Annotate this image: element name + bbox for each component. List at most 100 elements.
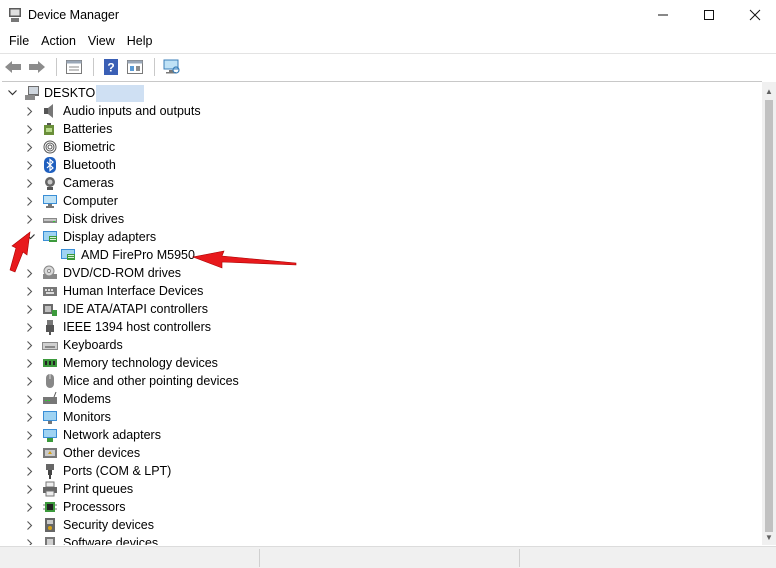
battery-icon xyxy=(44,123,54,135)
tree-item-label: Mice and other pointing devices xyxy=(63,374,239,388)
computer-icon xyxy=(43,195,57,208)
tree-category[interactable]: Batteries xyxy=(2,120,762,138)
chevron-right-icon[interactable] xyxy=(24,462,36,480)
memory-icon xyxy=(43,359,57,367)
chevron-right-icon[interactable] xyxy=(24,444,36,462)
maximize-button[interactable] xyxy=(686,0,732,30)
chevron-down-icon[interactable] xyxy=(24,228,36,246)
chevron-right-icon[interactable] xyxy=(24,156,36,174)
chevron-right-icon[interactable] xyxy=(24,408,36,426)
tree-item-label: Display adapters xyxy=(63,230,157,244)
menu-view[interactable]: View xyxy=(82,30,121,52)
tree-category[interactable]: Software devices xyxy=(2,534,762,545)
tree-category[interactable]: Print queues xyxy=(2,480,762,498)
chevron-right-icon[interactable] xyxy=(24,336,36,354)
modem-icon xyxy=(43,391,57,404)
tree-category[interactable]: Cameras xyxy=(2,174,762,192)
close-button[interactable] xyxy=(732,0,776,30)
chevron-right-icon[interactable] xyxy=(24,210,36,228)
tree-category[interactable]: Security devices xyxy=(2,516,762,534)
other-devices-icon xyxy=(43,448,57,458)
software-device-icon xyxy=(45,537,55,545)
chevron-right-icon[interactable] xyxy=(24,174,36,192)
menu-file[interactable]: File xyxy=(3,30,35,52)
help-button[interactable]: ? xyxy=(100,56,122,78)
tree-category[interactable]: Audio inputs and outputs xyxy=(2,102,762,120)
tree-category[interactable]: DVD/CD-ROM drives xyxy=(2,264,762,282)
chevron-right-icon[interactable] xyxy=(24,138,36,156)
chevron-right-icon[interactable] xyxy=(24,282,36,300)
properties-button[interactable] xyxy=(63,56,85,78)
tree-category[interactable]: Modems xyxy=(2,390,762,408)
chevron-right-icon[interactable] xyxy=(24,264,36,282)
printer-icon xyxy=(43,481,57,497)
device-tree[interactable]: DESKTOP- Audio inputs and outputs Batteri… xyxy=(2,81,762,545)
update-driver-button[interactable] xyxy=(124,56,146,78)
tree-item-label: Batteries xyxy=(63,122,113,136)
display-adapter-icon xyxy=(43,231,57,242)
title-bar: Device Manager xyxy=(0,0,776,30)
processor-icon xyxy=(43,502,57,512)
tree-category[interactable]: Other devices xyxy=(2,444,762,462)
chevron-right-icon[interactable] xyxy=(24,480,36,498)
back-icon xyxy=(5,60,21,73)
chevron-right-icon[interactable] xyxy=(24,534,36,545)
chevron-right-icon[interactable] xyxy=(24,102,36,120)
status-pane xyxy=(0,549,260,567)
tree-category[interactable]: Memory technology devices xyxy=(2,354,762,372)
menu-action[interactable]: Action xyxy=(35,30,82,52)
tree-item-label: DVD/CD-ROM drives xyxy=(63,266,182,280)
tree-category[interactable]: Keyboards xyxy=(2,336,762,354)
tree-device[interactable]: AMD FirePro M5950 xyxy=(2,246,762,264)
dvd-drive-icon xyxy=(43,265,57,279)
scrollbar-thumb[interactable] xyxy=(765,100,773,532)
tree-item-label: Modems xyxy=(63,392,111,406)
tree-category[interactable]: Ports (COM & LPT) xyxy=(2,462,762,480)
tree-category[interactable]: Network adapters xyxy=(2,426,762,444)
tree-category[interactable]: IEEE 1394 host controllers xyxy=(2,318,762,336)
tree-category[interactable]: Human Interface Devices xyxy=(2,282,762,300)
tree-category[interactable]: Mice and other pointing devices xyxy=(2,372,762,390)
window-title: Device Manager xyxy=(28,8,120,22)
tree-category[interactable]: IDE ATA/ATAPI controllers xyxy=(2,300,762,318)
tree-category[interactable]: Biometric xyxy=(2,138,762,156)
menu-help[interactable]: Help xyxy=(121,30,159,52)
scroll-down-icon[interactable]: ▼ xyxy=(762,530,776,544)
tree-item-label: Print queues xyxy=(63,482,134,496)
chevron-right-icon[interactable] xyxy=(24,120,36,138)
scan-hardware-button[interactable] xyxy=(161,56,183,78)
bluetooth-icon xyxy=(44,157,56,173)
chevron-right-icon[interactable] xyxy=(24,354,36,372)
minimize-button[interactable] xyxy=(640,0,686,30)
tree-item-label: IEEE 1394 host controllers xyxy=(63,320,211,334)
minimize-icon xyxy=(658,14,668,16)
status-pane xyxy=(260,549,520,567)
back-button[interactable] xyxy=(2,56,24,78)
tree-category[interactable]: Bluetooth xyxy=(2,156,762,174)
tree-item-label: Monitors xyxy=(63,410,111,424)
chevron-right-icon[interactable] xyxy=(24,192,36,210)
chevron-right-icon[interactable] xyxy=(24,390,36,408)
chevron-right-icon[interactable] xyxy=(24,300,36,318)
chevron-right-icon[interactable] xyxy=(24,372,36,390)
tree-category[interactable]: Computer xyxy=(2,192,762,210)
tree-category[interactable]: Monitors xyxy=(2,408,762,426)
tree-category[interactable]: Display adapters xyxy=(2,228,762,246)
chevron-right-icon[interactable] xyxy=(24,426,36,444)
keyboard-icon xyxy=(42,342,58,350)
forward-button[interactable] xyxy=(26,56,48,78)
chevron-right-icon[interactable] xyxy=(24,318,36,336)
tree-category[interactable]: Processors xyxy=(2,498,762,516)
chevron-down-icon[interactable] xyxy=(6,84,18,102)
svg-text:?: ? xyxy=(107,60,114,74)
tree-category[interactable]: Disk drives xyxy=(2,210,762,228)
ide-controller-icon xyxy=(43,304,57,316)
tree-item-label: IDE ATA/ATAPI controllers xyxy=(63,302,208,316)
vertical-scrollbar[interactable]: ▲ ▼ xyxy=(762,82,776,545)
tree-item-label: Audio inputs and outputs xyxy=(63,104,201,118)
tree-root[interactable]: DESKTOP- xyxy=(2,84,762,102)
scroll-up-icon[interactable]: ▲ xyxy=(762,84,776,98)
chevron-right-icon[interactable] xyxy=(24,498,36,516)
help-icon: ? xyxy=(104,58,118,75)
chevron-right-icon[interactable] xyxy=(24,516,36,534)
